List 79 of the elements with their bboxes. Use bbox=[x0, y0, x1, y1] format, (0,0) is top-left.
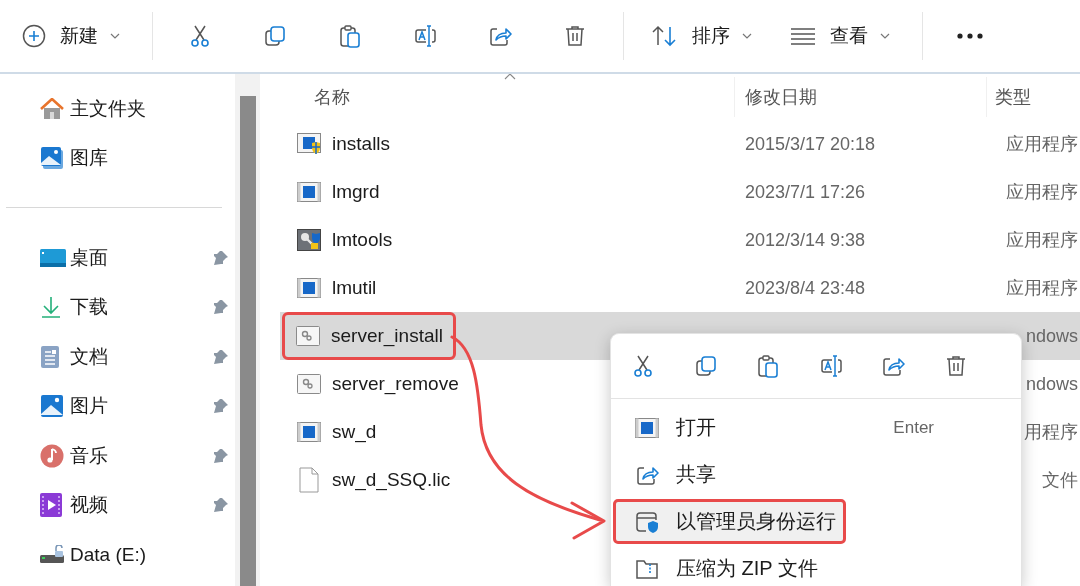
sidebar-label: 视频 bbox=[70, 493, 109, 518]
file-name: sw_d bbox=[332, 421, 377, 443]
sidebar-item[interactable]: Data (E:) bbox=[0, 530, 235, 580]
column-header[interactable]: 类型 bbox=[987, 77, 1080, 117]
menu-label: 以管理员身份运行 bbox=[676, 509, 837, 534]
menu-item[interactable]: 压缩为 ZIP 文件 bbox=[613, 546, 1013, 586]
sidebar-label: 桌面 bbox=[70, 245, 109, 270]
gallery-icon bbox=[40, 146, 66, 171]
shortcut-label: Enter bbox=[893, 417, 934, 438]
sidebar-item[interactable]: 文档 bbox=[0, 332, 235, 382]
new-button[interactable]: 新建 bbox=[18, 14, 124, 58]
type-cell: ndows bbox=[1025, 325, 1078, 347]
type-cell-text: 文件 bbox=[1042, 469, 1078, 492]
sidebar-label: 文档 bbox=[70, 344, 109, 369]
tools-icon bbox=[296, 229, 322, 251]
view-button[interactable]: 查看 bbox=[786, 14, 894, 58]
type-cell: ndows bbox=[1025, 373, 1078, 395]
app-window-icon bbox=[296, 182, 322, 202]
type-cell-text: 应用程序 bbox=[1006, 229, 1078, 252]
sort-button[interactable]: 排序 bbox=[646, 14, 756, 58]
sort-icon bbox=[650, 24, 678, 48]
menu-label: 压缩为 ZIP 文件 bbox=[676, 556, 819, 581]
sidebar-item[interactable]: 音乐 bbox=[0, 431, 235, 481]
sidebar-label: 主文件夹 bbox=[70, 96, 147, 121]
app-window-icon bbox=[296, 422, 322, 442]
desktop-icon bbox=[40, 247, 66, 268]
house-icon bbox=[40, 97, 66, 120]
sidebar-item[interactable]: 桌面 bbox=[0, 233, 235, 283]
file-row[interactable]: lmutil 2023/8/4 23:48 应用程序 bbox=[280, 264, 1080, 312]
sidebar-item[interactable]: 下载 bbox=[0, 282, 235, 332]
gears-file-icon bbox=[296, 374, 322, 394]
drive-icon bbox=[40, 544, 66, 565]
image-icon bbox=[40, 394, 66, 419]
type-cell-text: 应用程序 bbox=[1006, 181, 1078, 204]
menu-label: 共享 bbox=[676, 462, 717, 487]
scrollbar-thumb[interactable] bbox=[240, 96, 256, 586]
menu-item[interactable]: 共享 bbox=[613, 452, 1013, 497]
app-window-icon bbox=[296, 278, 322, 298]
file-icon bbox=[296, 467, 322, 493]
shield-window-icon bbox=[634, 509, 660, 534]
sidebar-label: Data (E:) bbox=[70, 543, 148, 566]
menu-item[interactable]: 打开 Enter bbox=[613, 405, 1013, 450]
file-row[interactable]: server_remove ndows bbox=[280, 360, 1080, 408]
list-icon bbox=[790, 26, 816, 46]
column-header[interactable]: 修改日期 bbox=[735, 77, 987, 117]
file-name: server_install bbox=[331, 325, 443, 347]
date-cell: 2023/7/1 17:26 bbox=[745, 181, 866, 203]
file-name: installs bbox=[332, 133, 391, 155]
sidebar-label: 图库 bbox=[70, 146, 109, 171]
sidebar-label: 下载 bbox=[70, 295, 109, 320]
menu-item[interactable]: 以管理员身份运行 bbox=[613, 499, 846, 544]
sidebar-item[interactable]: 图库 bbox=[0, 133, 235, 183]
sidebar-item[interactable]: 主文件夹 bbox=[0, 84, 235, 134]
file-row[interactable]: lmgrd 2023/7/1 17:26 应用程序 bbox=[280, 168, 1080, 216]
zip-folder-icon bbox=[634, 557, 660, 580]
sidebar-item[interactable]: 图片 bbox=[0, 381, 235, 431]
file-name: lmgrd bbox=[332, 181, 380, 203]
plus-icon bbox=[22, 24, 46, 48]
type-cell-text: 用程序 bbox=[1024, 421, 1078, 444]
menu-label: 打开 bbox=[676, 415, 717, 440]
file-name: lmutil bbox=[332, 277, 377, 299]
sidebar-label: 音乐 bbox=[70, 443, 109, 468]
date-cell: 2015/3/17 20:18 bbox=[745, 133, 876, 155]
file-name: lmtools bbox=[332, 229, 393, 251]
type-cell-text: 应用程序 bbox=[1006, 277, 1078, 300]
gears-file-icon bbox=[295, 326, 321, 346]
app-window-icon bbox=[634, 417, 660, 438]
type-cell-text: 应用程序 bbox=[1006, 133, 1078, 156]
music-icon bbox=[40, 443, 66, 468]
sidebar-label: 图片 bbox=[70, 394, 109, 419]
date-cell: 2023/8/4 23:48 bbox=[745, 277, 866, 299]
file-row[interactable]: lmtools 2012/3/14 9:38 应用程序 bbox=[280, 216, 1080, 264]
column-header[interactable]: 名称 bbox=[280, 77, 735, 117]
sidebar-item[interactable]: 视频 bbox=[0, 480, 235, 530]
date-cell: 2012/3/14 9:38 bbox=[745, 229, 866, 251]
file-row[interactable]: installs 2015/3/17 20:18 应用程序 bbox=[280, 120, 1080, 168]
app-shield-icon bbox=[296, 133, 322, 155]
file-name: server_remove bbox=[332, 373, 459, 395]
file-name: sw_d_SSQ.lic bbox=[332, 469, 451, 491]
